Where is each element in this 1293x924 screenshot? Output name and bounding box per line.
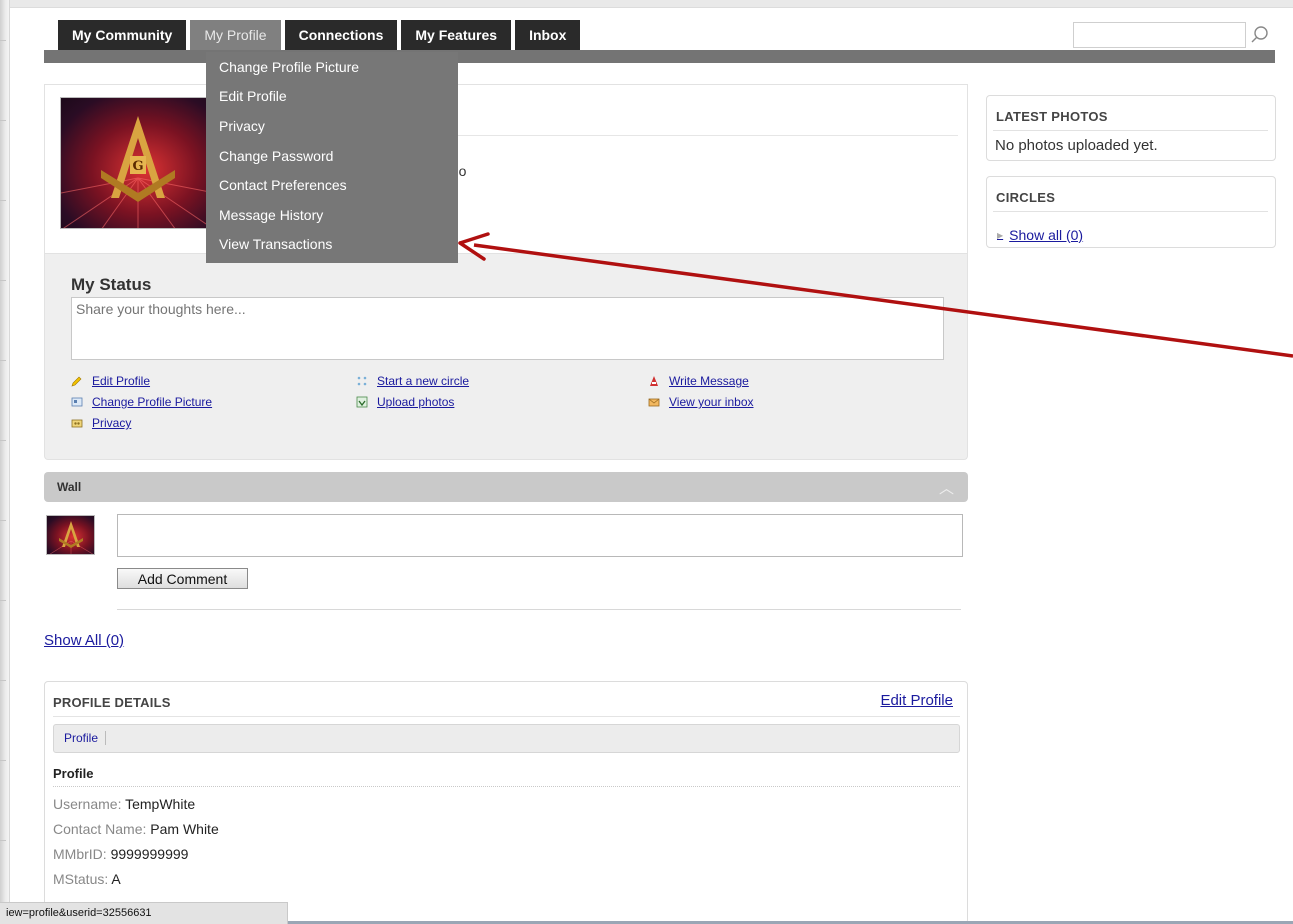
tab-my-features[interactable]: My Features xyxy=(401,20,512,50)
latest-photos-title: LATEST PHOTOS xyxy=(996,109,1108,124)
masonic-emblem-icon: G xyxy=(61,116,213,228)
edit-profile-link[interactable]: Edit Profile xyxy=(71,374,150,388)
tab-profile[interactable]: Profile xyxy=(64,731,107,745)
profile-details-edit-link[interactable]: Edit Profile xyxy=(880,692,953,709)
privacy-icon xyxy=(71,417,83,429)
window-left-edge xyxy=(0,0,10,924)
write-message-link[interactable]: Write Message xyxy=(648,374,749,388)
inbox-icon xyxy=(648,396,660,408)
status-title: My Status xyxy=(71,275,152,294)
tab-inbox[interactable]: Inbox xyxy=(515,20,581,50)
menu-item-privacy[interactable]: Privacy xyxy=(206,111,458,141)
latest-photos-widget: LATEST PHOTOS No photos uploaded yet. xyxy=(986,95,1276,161)
view-inbox-link[interactable]: View your inbox xyxy=(648,395,754,409)
field-mstatus: MStatus: A xyxy=(53,871,121,887)
wall-avatar xyxy=(46,515,95,555)
avatar[interactable]: G xyxy=(60,97,214,229)
status-input[interactable] xyxy=(71,297,944,360)
wall-header[interactable]: Wall ︿ xyxy=(44,472,968,502)
masonic-emblem-icon xyxy=(49,521,94,554)
circle-icon xyxy=(356,375,368,387)
circles-widget: CIRCLES ▶ Show all (0) xyxy=(986,176,1276,248)
start-circle-link[interactable]: Start a new circle xyxy=(356,374,469,388)
details-dotted-divider xyxy=(53,786,960,787)
circles-title: CIRCLES xyxy=(996,190,1056,205)
privacy-link[interactable]: Privacy xyxy=(71,416,131,430)
tab-my-profile[interactable]: My Profile xyxy=(190,20,281,50)
field-contact-name: Contact Name: Pam White xyxy=(53,821,219,837)
details-section-title: Profile xyxy=(53,766,94,781)
menu-item-view-transactions[interactable]: View Transactions xyxy=(206,230,458,260)
status-panel: My Status Edit Profile Change Profile Pi… xyxy=(44,254,968,460)
search-icon[interactable] xyxy=(1250,24,1270,46)
details-tabbar: Profile xyxy=(53,724,960,753)
pencil-icon xyxy=(71,375,83,387)
widget-divider xyxy=(993,130,1268,131)
search-input[interactable] xyxy=(1073,22,1246,48)
circles-show-all-link[interactable]: ▶ Show all (0) xyxy=(997,227,1083,243)
latest-photos-empty: No photos uploaded yet. xyxy=(995,137,1158,154)
menu-item-change-password[interactable]: Change Password xyxy=(206,141,458,171)
card-divider xyxy=(458,135,958,136)
upload-photos-link[interactable]: Upload photos xyxy=(356,395,454,409)
tab-connections[interactable]: Connections xyxy=(284,20,398,50)
browser-top-strip xyxy=(10,0,1293,8)
my-profile-dropdown: Change Profile Picture Edit Profile Priv… xyxy=(206,52,458,263)
chevron-up-icon[interactable]: ︿ xyxy=(939,477,954,498)
field-mmbrid: MMbrID: 9999999999 xyxy=(53,846,189,862)
show-all-link[interactable]: Show All (0) xyxy=(44,632,124,649)
details-divider xyxy=(53,716,960,717)
menu-item-message-history[interactable]: Message History xyxy=(206,200,458,230)
triangle-bullet-icon: ▶ xyxy=(997,230,1004,240)
wall-title: Wall xyxy=(57,480,82,494)
menu-item-edit-profile[interactable]: Edit Profile xyxy=(206,82,458,112)
menu-item-change-profile-picture[interactable]: Change Profile Picture xyxy=(206,52,458,82)
profile-details: PROFILE DETAILS Edit Profile Profile Pro… xyxy=(44,681,968,924)
upload-icon xyxy=(356,396,368,408)
tab-my-community[interactable]: My Community xyxy=(58,20,187,50)
browser-status-url: iew=profile&userid=32556631 xyxy=(0,902,288,924)
add-comment-button[interactable]: Add Comment xyxy=(117,568,248,589)
wall-comment-input[interactable] xyxy=(117,514,963,557)
write-message-icon xyxy=(648,375,660,387)
change-profile-picture-link[interactable]: Change Profile Picture xyxy=(71,395,212,409)
widget-divider xyxy=(993,211,1268,212)
profile-details-title: PROFILE DETAILS xyxy=(53,695,171,710)
wall-divider xyxy=(117,609,961,610)
picture-icon xyxy=(71,396,83,408)
profile-card: G ago xyxy=(44,84,968,254)
svg-text:G: G xyxy=(132,159,143,174)
main-nav: My Community My Profile Connections My F… xyxy=(58,20,581,50)
field-username: Username: TempWhite xyxy=(53,796,196,812)
menu-item-contact-preferences[interactable]: Contact Preferences xyxy=(206,170,458,200)
